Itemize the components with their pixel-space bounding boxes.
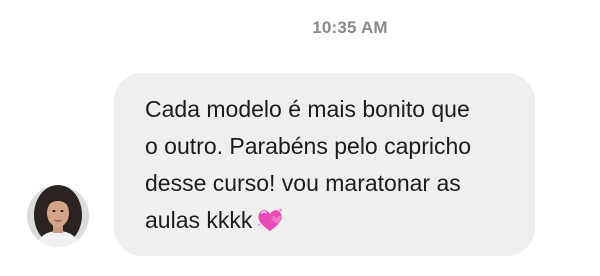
message-line-3: desse curso! vou maratonar as	[145, 170, 461, 196]
message-timestamp: 10:35 AM	[312, 18, 388, 37]
two-hearts-emoji	[256, 207, 284, 244]
message-line-2: o outro. Parabéns pelo capricho	[145, 133, 472, 159]
message-line-1: Cada modelo é mais bonito que	[145, 96, 470, 122]
avatar-photo	[27, 185, 89, 247]
message-line-4-text: aulas kkkk	[145, 207, 253, 233]
sender-avatar[interactable]	[27, 185, 89, 247]
message-bubble[interactable]: Cada modelo é mais bonito que o outro. P…	[114, 73, 535, 256]
message-line-4: aulas kkkk	[145, 202, 515, 244]
